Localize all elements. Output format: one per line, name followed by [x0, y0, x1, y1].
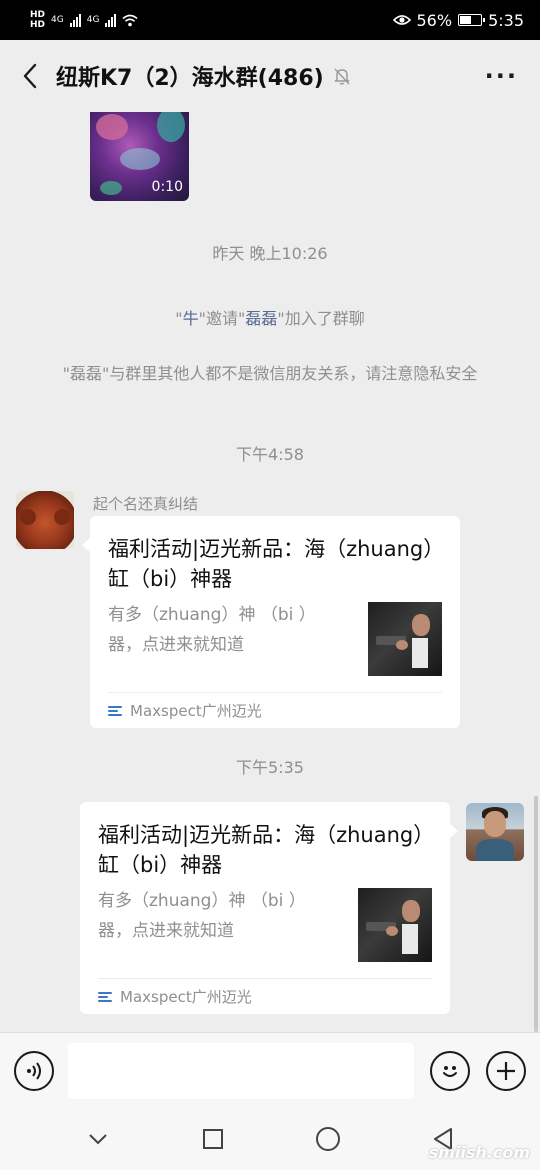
nav-recents-button[interactable] — [188, 1114, 238, 1164]
card-source: Maxspect广州迈光 — [98, 978, 432, 1014]
video-duration: 0:10 — [151, 179, 183, 195]
chevron-down-icon — [88, 1134, 107, 1145]
source-logo-icon — [98, 990, 114, 1004]
inviter-name[interactable]: 牛 — [183, 309, 199, 328]
card-description: 有多（zhuang）神 （bi ）器，点进来就知道 — [98, 891, 306, 941]
video-message[interactable]: 0:10 — [90, 112, 189, 201]
chat-area[interactable]: 0:10 昨天 晚上10:26 "牛"邀请"磊磊"加入了群聊 "磊磊"与群里其他… — [0, 112, 540, 1032]
battery-percent: 56% — [416, 10, 453, 30]
plus-icon — [497, 1061, 515, 1080]
message-input[interactable] — [68, 1042, 414, 1099]
card-description: 有多（zhuang）神 （bi ）器，点进来就知道 — [108, 605, 316, 655]
circle-icon — [315, 1127, 340, 1151]
nav-collapse-button[interactable] — [73, 1114, 123, 1164]
article-card[interactable]: 福利活动|迈光新品：海（zhuang）缸（bi）神器 有多（zhuang）神 （… — [80, 802, 458, 1014]
clock: 5:35 — [488, 10, 524, 30]
wifi-icon — [122, 14, 138, 26]
privacy-notice: "磊磊"与群里其他人都不是微信朋友关系，请注意隐私安全 — [62, 364, 478, 383]
sender-name: 起个名还真纠结 — [93, 495, 199, 513]
watermark: smiish.com — [428, 1143, 530, 1162]
square-icon — [202, 1129, 223, 1149]
more-icon: ··· — [484, 62, 518, 90]
network-label: 4G — [51, 15, 64, 25]
my-avatar[interactable] — [466, 803, 524, 861]
card-thumbnail — [368, 602, 442, 676]
invite-notice: "牛"邀请"磊磊"加入了群聊 — [175, 309, 365, 328]
status-right: 56% 5:35 — [392, 10, 524, 30]
timestamp: 昨天 晚上10:26 — [212, 244, 328, 263]
card-title: 福利活动|迈光新品：海（zhuang）缸（bi）神器 — [108, 537, 434, 591]
input-bar — [0, 1032, 540, 1108]
avatar[interactable] — [16, 491, 74, 549]
mute-bell-icon — [332, 66, 352, 86]
back-button[interactable] — [16, 56, 44, 96]
battery-icon — [458, 14, 486, 26]
article-card[interactable]: 福利活动|迈光新品：海（zhuang）缸（bi）神器 有多（zhuang）神 （… — [82, 516, 460, 728]
emoji-icon — [443, 1065, 457, 1077]
card-thumbnail — [358, 888, 432, 962]
status-left: HD HD 4G 4G — [30, 10, 138, 30]
chat-title: 纽斯K7（2）海水群(486) — [56, 66, 324, 91]
more-button[interactable]: ··· — [479, 62, 524, 90]
emoji-button[interactable] — [430, 1050, 470, 1091]
chat-header: 纽斯K7（2）海水群(486) ··· — [0, 40, 540, 112]
voice-icon — [27, 1061, 41, 1080]
status-bar: HD HD 4G 4G 56% 5:35 — [0, 0, 540, 40]
card-title: 福利活动|迈光新品：海（zhuang）缸（bi）神器 — [98, 823, 424, 877]
chevron-left-icon — [23, 63, 37, 89]
voice-button[interactable] — [14, 1050, 54, 1091]
timestamp: 下午5:35 — [236, 758, 304, 777]
card-source: Maxspect广州迈光 — [108, 692, 442, 728]
hd-indicator: HD HD — [30, 10, 46, 30]
system-nav-bar: smiish.com — [0, 1108, 540, 1170]
more-functions-button[interactable] — [486, 1050, 526, 1091]
signal-icon-2 — [105, 13, 117, 27]
nav-home-button[interactable] — [303, 1114, 353, 1164]
signal-icon — [69, 13, 81, 27]
network-label-2: 4G — [86, 15, 100, 25]
scrollbar[interactable] — [534, 796, 538, 1032]
eye-icon — [392, 15, 411, 25]
timestamp: 下午4:58 — [236, 445, 304, 464]
source-logo-icon — [108, 704, 124, 718]
invitee-name[interactable]: 磊磊 — [245, 309, 277, 328]
